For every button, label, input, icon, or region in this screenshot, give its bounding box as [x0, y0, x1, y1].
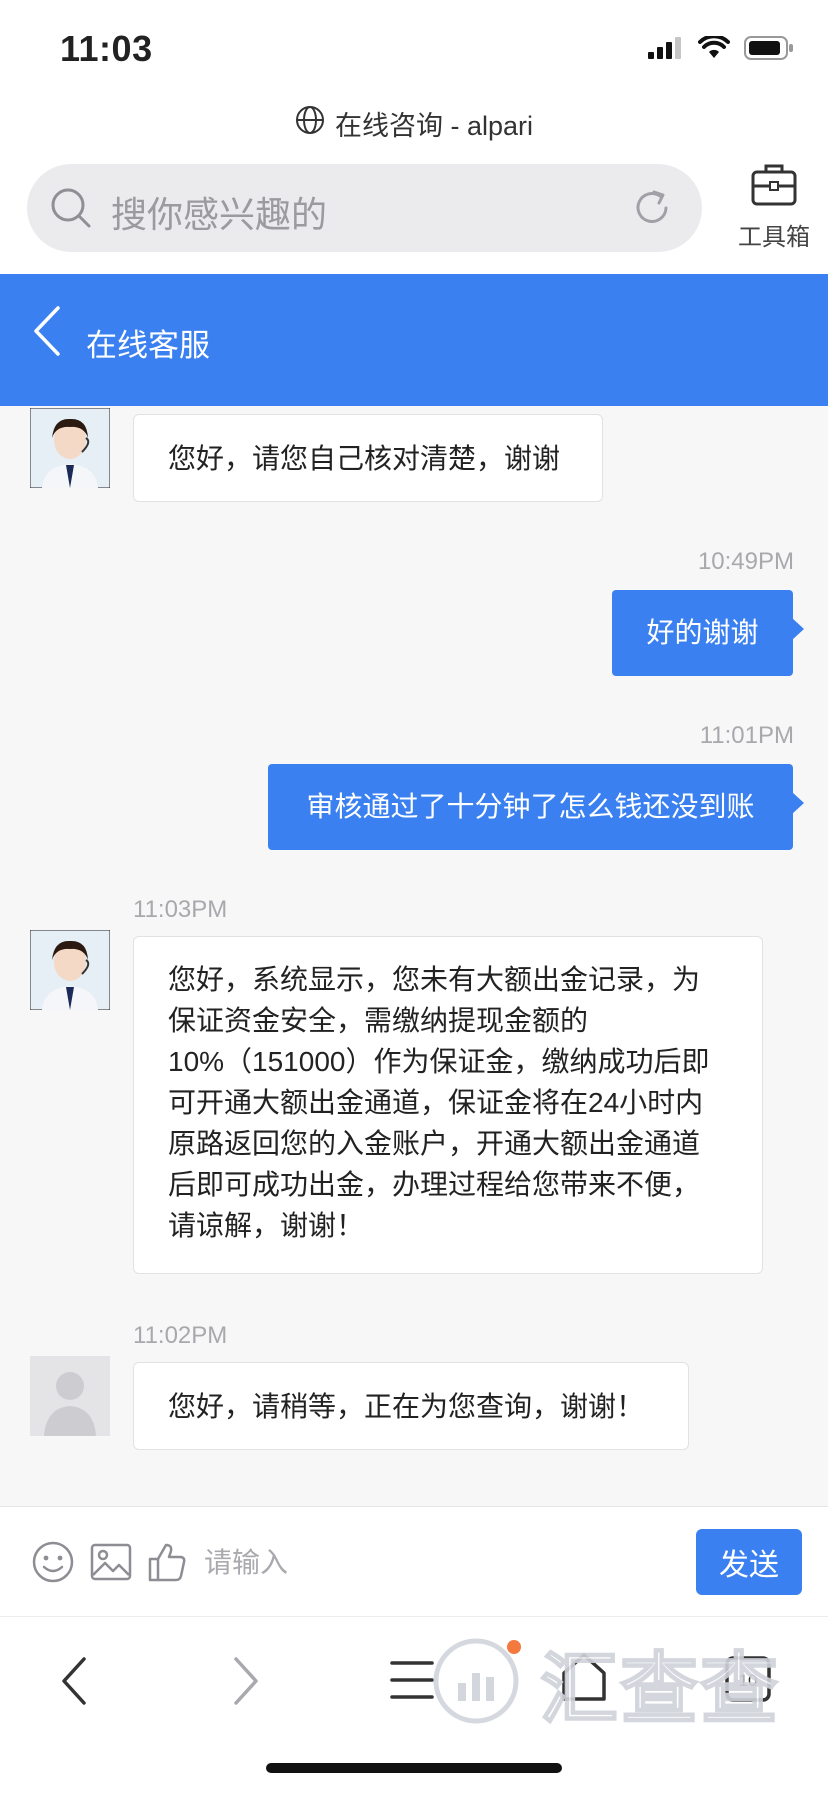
status-bar: 11:03	[0, 0, 828, 96]
message-timestamp: 11:01PM	[699, 722, 794, 749]
toolbox-icon	[750, 164, 798, 212]
message-text: 好的谢谢	[646, 617, 759, 648]
toolbox-label: 工具箱	[738, 224, 810, 251]
search-icon	[49, 186, 93, 235]
send-button[interactable]: 发送	[696, 1529, 802, 1595]
message-line: 10%（151000）作为保证金，缴纳成功后即	[168, 1046, 710, 1077]
status-icons	[648, 34, 794, 65]
globe-icon	[295, 105, 325, 142]
message-input[interactable]	[202, 1531, 686, 1595]
message-bubble-outgoing: 审核通过了十分钟了怎么钱还没到账	[268, 764, 804, 850]
watermark: 汇查查	[430, 1627, 780, 1739]
home-indicator[interactable]	[266, 1763, 562, 1773]
back-icon[interactable]	[30, 304, 64, 363]
message-timestamp: 10:49PM	[697, 548, 794, 575]
back-icon[interactable]	[56, 1653, 92, 1714]
watermark-logo-icon	[430, 1633, 526, 1734]
image-icon[interactable]	[90, 1541, 132, 1588]
forward-icon[interactable]	[228, 1653, 264, 1714]
menu-icon[interactable]	[390, 1659, 434, 1706]
message-line: 原路返回您的入金账户，开通大额出金通道	[168, 1128, 701, 1159]
browser-address-area: 在线咨询 - alpari 搜你感兴趣的 工具箱	[0, 96, 828, 274]
watermark-text: 汇查查	[539, 1644, 781, 1734]
message-input-bar: 发送	[0, 1506, 828, 1617]
refresh-icon[interactable]	[630, 186, 674, 235]
message-bubble-incoming: 您好，请您自己核对清楚，谢谢	[133, 414, 603, 502]
thumbs-up-icon[interactable]	[146, 1541, 188, 1588]
header-title: 在线客服	[86, 328, 210, 363]
app-header: 在线客服	[0, 274, 828, 406]
message-line: 可开通大额出金通道，保证金将在24小时内	[168, 1087, 704, 1118]
status-time: 11:03	[60, 28, 153, 69]
message-line: 请谅解，谢谢！	[168, 1210, 365, 1241]
message-text: 您好，请您自己核对清楚，谢谢	[168, 443, 561, 474]
emoji-icon[interactable]	[32, 1541, 74, 1588]
signal-icon	[648, 37, 684, 64]
message-bubble-outgoing: 好的谢谢	[612, 590, 804, 676]
message-line: 您好，系统显示，您未有大额出金记录，为	[168, 964, 701, 995]
message-bubble-incoming: 您好，系统显示，您未有大额出金记录，为 保证资金安全，需缴纳提现金额的 10%（…	[133, 936, 763, 1274]
battery-icon	[744, 36, 794, 65]
message-line: 保证资金安全，需缴纳提现金额的	[168, 1005, 589, 1036]
message-text: 您好，请稍等，正在为您查询，谢谢！	[168, 1391, 645, 1422]
message-bubble-incoming: 您好，请稍等，正在为您查询，谢谢！	[133, 1362, 689, 1450]
search-bar[interactable]: 搜你感兴趣的	[27, 164, 702, 252]
search-placeholder[interactable]: 搜你感兴趣的	[111, 186, 327, 238]
message-timestamp: 11:03PM	[133, 896, 228, 923]
page-title: 在线咨询 - alpari	[334, 111, 534, 141]
message-timestamp: 11:02PM	[133, 1322, 228, 1349]
default-user-avatar	[30, 1356, 110, 1436]
browser-bottom-toolbar: 10 汇查查	[0, 1616, 828, 1794]
agent-photo-avatar	[30, 930, 110, 1010]
message-line: 后即可成功出金，办理过程给您带来不便，	[168, 1169, 701, 1200]
agent-photo-avatar	[30, 408, 110, 488]
chat-message-list[interactable]: 您好，请您自己核对清楚，谢谢 10:49PM 好的谢谢 11:01PM 审核通过…	[0, 406, 828, 1506]
page-title-row[interactable]: 在线咨询 - alpari	[0, 104, 828, 143]
message-text: 审核通过了十分钟了怎么钱还没到账	[306, 791, 755, 822]
wifi-icon	[698, 34, 730, 65]
toolbox-button[interactable]: 工具箱	[724, 162, 824, 252]
